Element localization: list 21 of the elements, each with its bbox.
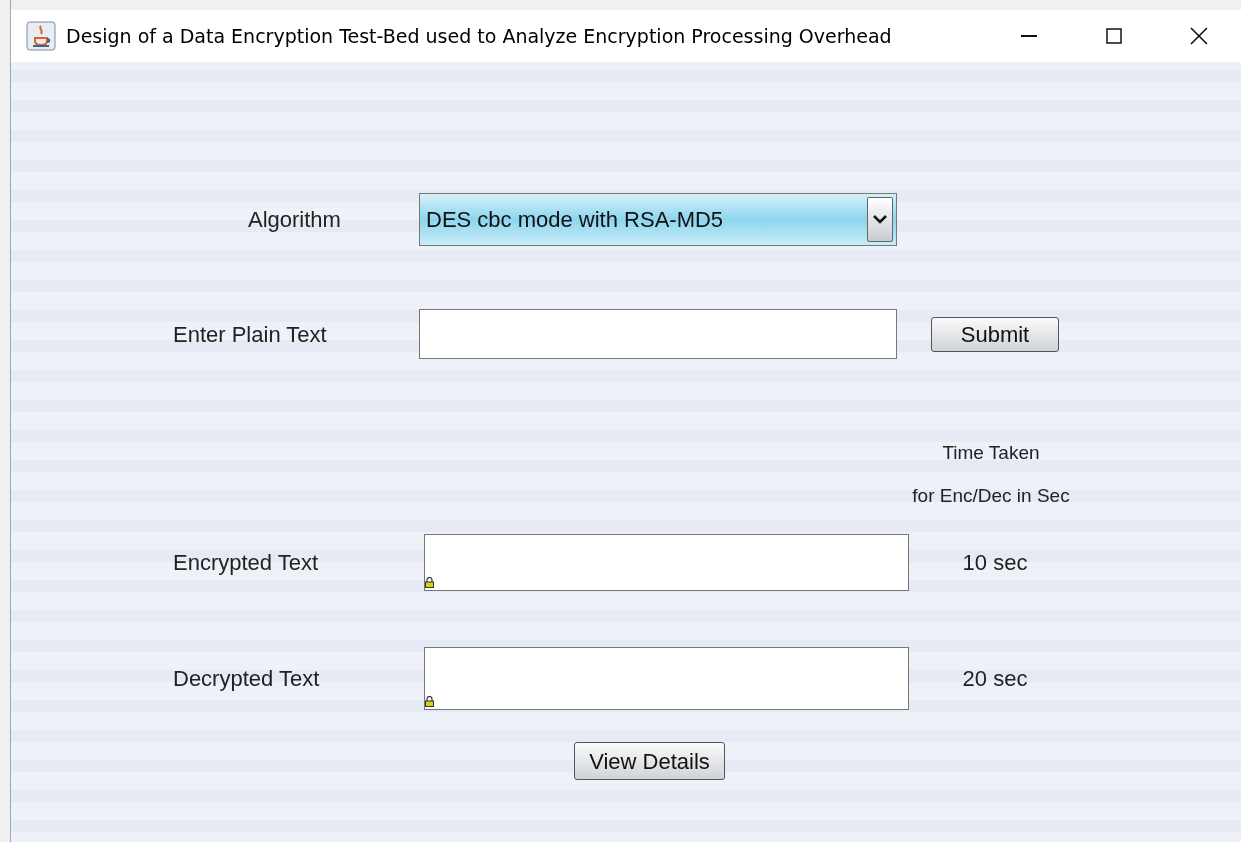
time-header-text: Time Taken [942,441,1040,465]
submit-button[interactable]: Submit [931,316,1059,352]
output-label: Encrypted Text [173,549,320,577]
output-field[interactable] [424,647,909,710]
lock-icon [425,577,434,588]
close-icon [1189,27,1208,45]
algorithm-dropdown[interactable]: DES cbc mode with RSA-MD5 [419,193,897,246]
output-label: Decrypted Text [173,665,321,693]
time-value: 20 sec [961,665,1029,693]
plain-text-label: Enter Plain Text [173,320,328,349]
time-value: 10 sec [961,549,1029,577]
output-field[interactable] [424,534,909,591]
time-header-text: for Enc/Dec in Sec [912,483,1070,508]
window-title: Design of a Data Encryption Test-Bed used to Analyze Encryption Processing Overhead [66,23,892,49]
java-cup-icon [26,21,56,51]
plain-text-field[interactable] [419,309,897,359]
maximize-icon [1105,28,1122,44]
view-details-button[interactable]: View Details [574,742,725,780]
algorithm-label: Algorithm [248,206,342,234]
lock-icon [425,696,434,707]
minimize-icon [1020,35,1037,37]
